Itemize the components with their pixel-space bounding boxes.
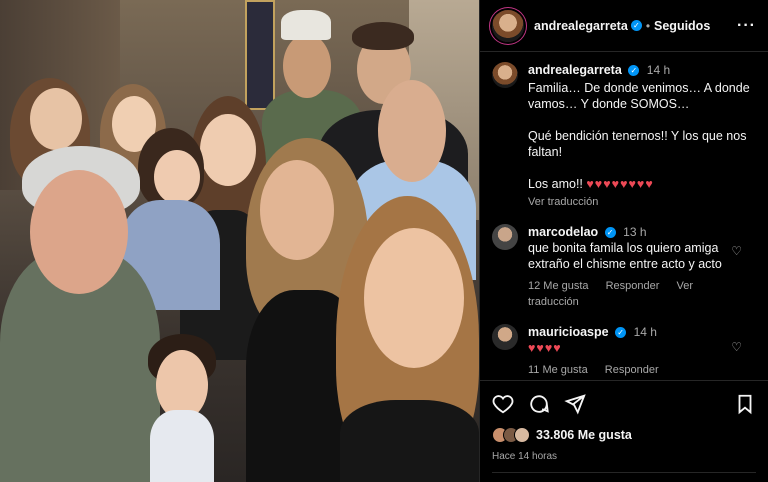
person-face xyxy=(260,160,334,260)
person-face xyxy=(364,228,464,368)
verified-badge-icon: ✓ xyxy=(604,227,616,239)
author-username[interactable]: andrealegarreta xyxy=(534,19,628,33)
comment-content: mauricioaspe ✓ 14 h ♥♥♥♥ 11 Me gusta Res… xyxy=(528,324,756,378)
caption-content: andrealegarreta ✓ 14 h Familia… De donde… xyxy=(528,62,756,210)
comment-meta: 11 Me gusta Responder xyxy=(528,362,756,378)
like-heart-icon[interactable] xyxy=(492,393,514,415)
person-face xyxy=(30,88,82,150)
reply-button[interactable]: Responder xyxy=(605,364,659,376)
reply-button[interactable]: Responder xyxy=(606,280,660,292)
caption-avatar[interactable] xyxy=(492,62,518,88)
translate-link[interactable]: Ver traducción xyxy=(528,196,598,208)
caption-line-1: Familia… De donde venimos… A donde vamos… xyxy=(528,81,750,111)
comment-time: 14 h xyxy=(633,325,657,339)
comment-likes[interactable]: 11 Me gusta xyxy=(528,364,588,376)
comment-text: que bonita famila los quiero amiga extra… xyxy=(528,241,722,271)
post-side-panel: andrealegarreta ✓ • Seguidos ··· andreal… xyxy=(479,0,768,482)
share-send-icon[interactable] xyxy=(564,393,586,415)
caption-line-2: Qué bendición tenernos!! Y los que nos f… xyxy=(528,129,747,159)
person-body xyxy=(150,410,214,482)
person-face xyxy=(30,170,128,294)
person-face xyxy=(200,114,256,186)
comment-bubble-icon[interactable] xyxy=(528,393,550,415)
verified-badge-icon: ✓ xyxy=(630,20,642,31)
caption-line-3: Los amo!! ♥♥♥♥♥♥♥♥ xyxy=(528,176,756,192)
comment-username[interactable]: marcodelao xyxy=(528,225,598,239)
caption-meta: Ver traducción xyxy=(528,194,756,210)
comment-likes[interactable]: 12 Me gusta xyxy=(528,280,589,292)
person-hair xyxy=(352,22,414,50)
comment-meta: 12 Me gusta Responder Ver traducción xyxy=(528,278,756,310)
person-face xyxy=(154,150,200,204)
comment-username[interactable]: mauricioaspe xyxy=(528,325,609,339)
like-comment-heart-icon[interactable]: ♡ xyxy=(731,244,742,258)
more-options-icon[interactable]: ··· xyxy=(737,17,756,35)
comment-time: 13 h xyxy=(623,225,647,239)
photo-painting xyxy=(245,0,275,110)
caption-row: andrealegarreta ✓ 14 h Familia… De donde… xyxy=(492,62,756,210)
comment-content: marcodelao ✓ 13 h que bonita famila los … xyxy=(528,224,756,310)
post-header: andrealegarreta ✓ • Seguidos ··· xyxy=(480,0,768,52)
author-info: andrealegarreta ✓ • Seguidos xyxy=(534,19,710,33)
caption-line-3-text: Los amo!! xyxy=(528,177,583,191)
caption-username[interactable]: andrealegarreta xyxy=(528,63,622,77)
post-actions: 33.806 Me gusta Hace 14 horas xyxy=(480,380,768,482)
liker-avatar xyxy=(514,427,530,443)
action-icons xyxy=(492,391,756,417)
commenter-avatar[interactable] xyxy=(492,224,518,250)
commenter-avatar[interactable] xyxy=(492,324,518,350)
comments-section[interactable]: andrealegarreta ✓ 14 h Familia… De donde… xyxy=(480,52,768,380)
comment-row: marcodelao ✓ 13 h que bonita famila los … xyxy=(492,224,756,310)
save-bookmark-icon[interactable] xyxy=(734,393,756,415)
posted-time: Hace 14 horas xyxy=(492,451,558,462)
comment-text: ♥♥♥♥ xyxy=(528,341,562,355)
caption-time: 14 h xyxy=(646,63,671,77)
likers-avatars xyxy=(492,427,530,443)
verified-badge-icon: ✓ xyxy=(615,327,627,339)
person-body xyxy=(340,400,479,482)
like-comment-heart-icon[interactable]: ♡ xyxy=(731,340,742,354)
likes-count[interactable]: 33.806 Me gusta xyxy=(536,428,632,442)
person-hat xyxy=(281,10,331,40)
likes-summary[interactable]: 33.806 Me gusta xyxy=(492,427,756,443)
person-face xyxy=(378,80,446,182)
heart-emojis: ♥♥♥♥♥♥♥♥ xyxy=(586,177,654,191)
verified-badge-icon: ✓ xyxy=(628,65,640,77)
comment-row: mauricioaspe ✓ 14 h ♥♥♥♥ 11 Me gusta Res… xyxy=(492,324,756,378)
author-avatar[interactable] xyxy=(492,9,524,42)
panel-divider xyxy=(492,472,756,473)
follow-status-button[interactable]: Seguidos xyxy=(654,19,710,33)
separator-dot: • xyxy=(645,18,651,33)
person-face xyxy=(283,34,331,98)
post-photo[interactable] xyxy=(0,0,479,482)
